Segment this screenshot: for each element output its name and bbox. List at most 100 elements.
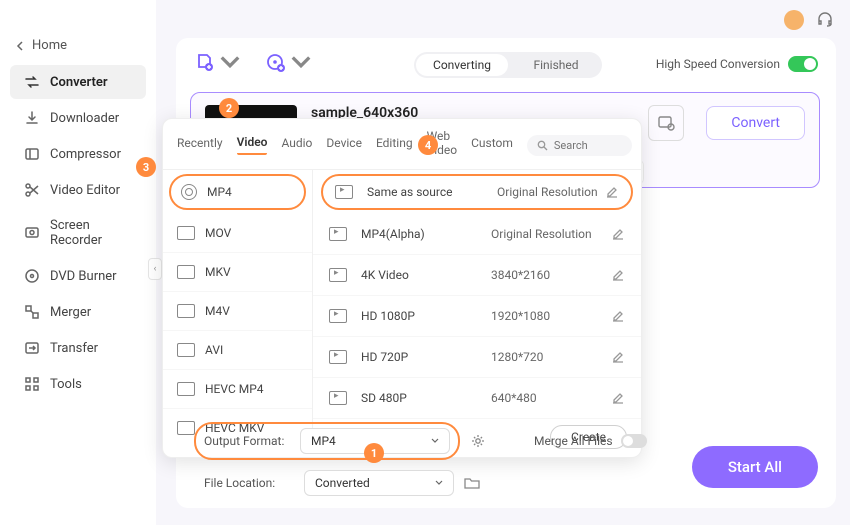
- chevron-left-icon: [16, 41, 26, 51]
- format-item-mov[interactable]: MOV: [163, 214, 312, 253]
- convert-button[interactable]: Convert: [706, 106, 805, 140]
- format-list: MP4 MOV MKV M4V AVI HEVC MP4 HEVC MKV: [163, 170, 313, 438]
- output-preset-button[interactable]: [648, 105, 684, 141]
- file-location-value: Converted: [315, 476, 370, 490]
- preset-icon: [657, 114, 675, 132]
- start-all-button[interactable]: Start All: [692, 446, 818, 488]
- poptab-editing[interactable]: Editing: [376, 136, 413, 154]
- popover-tabs: Recently Video Audio Device Editing Web …: [163, 119, 641, 170]
- format-item-avi[interactable]: AVI: [163, 331, 312, 370]
- format-item-m4v[interactable]: M4V: [163, 292, 312, 331]
- merge-switch[interactable]: [621, 434, 647, 448]
- res-name: Same as source: [367, 185, 497, 199]
- tab-finished[interactable]: Finished: [510, 52, 602, 78]
- video-icon: [329, 309, 347, 323]
- output-format-label: Output Format:: [204, 434, 290, 448]
- format-item-mp4[interactable]: MP4: [169, 174, 306, 210]
- sidebar-item-label: Video Editor: [50, 183, 120, 198]
- sidebar-item-downloader[interactable]: Downloader: [10, 101, 146, 135]
- res-name: SD 480P: [361, 391, 491, 405]
- sidebar-item-merger[interactable]: Merger: [10, 295, 146, 329]
- add-url-button[interactable]: [265, 52, 312, 74]
- step-badge-3: 3: [136, 157, 156, 177]
- format-label: AVI: [205, 343, 223, 357]
- grid-icon: [24, 376, 40, 392]
- format-item-hevc-mp4[interactable]: HEVC MP4: [163, 370, 312, 409]
- format-icon: [177, 343, 195, 357]
- video-icon: [329, 350, 347, 364]
- avatar[interactable]: [784, 10, 804, 30]
- sidebar-item-compressor[interactable]: Compressor: [10, 137, 146, 171]
- sidebar: Home Converter Downloader Compressor Vid…: [0, 0, 156, 525]
- high-speed-switch[interactable]: [788, 56, 818, 72]
- format-label: MKV: [205, 265, 231, 279]
- tab-converting[interactable]: Converting: [416, 54, 508, 76]
- gear-icon[interactable]: [470, 433, 486, 449]
- format-icon: [177, 421, 195, 435]
- home-label: Home: [32, 38, 67, 53]
- resolution-item[interactable]: SD 480P 640*480: [313, 378, 641, 419]
- format-icon: [177, 265, 195, 279]
- resolution-item[interactable]: HD 1080P 1920*1080: [313, 296, 641, 337]
- topbar-right: [784, 10, 834, 30]
- merge-all-toggle: Merge All Files: [534, 434, 647, 448]
- format-icon: [177, 226, 195, 240]
- sidebar-item-label: Merger: [50, 305, 91, 320]
- res-value: Original Resolution: [497, 185, 605, 199]
- format-item-mkv[interactable]: MKV: [163, 253, 312, 292]
- format-label: HEVC MP4: [205, 382, 264, 396]
- chevron-down-icon: [290, 52, 312, 74]
- format-label: MOV: [205, 226, 231, 240]
- poptab-device[interactable]: Device: [326, 136, 362, 154]
- sidebar-item-label: Transfer: [50, 341, 98, 356]
- add-file-icon: [194, 52, 216, 74]
- poptab-custom[interactable]: Custom: [471, 136, 513, 154]
- sidebar-item-dvd-burner[interactable]: DVD Burner: [10, 259, 146, 293]
- video-icon: [335, 185, 353, 199]
- video-icon: [329, 268, 347, 282]
- resolution-list: Same as source Original Resolution MP4(A…: [313, 170, 641, 438]
- support-icon[interactable]: [816, 11, 834, 29]
- scissors-icon: [24, 182, 40, 198]
- sidebar-item-tools[interactable]: Tools: [10, 367, 146, 401]
- video-icon: [329, 227, 347, 241]
- back-home-button[interactable]: Home: [0, 30, 156, 63]
- high-speed-label: High Speed Conversion: [656, 57, 780, 71]
- step-badge-2: 2: [219, 98, 239, 118]
- resolution-item[interactable]: 4K Video 3840*2160: [313, 255, 641, 296]
- resolution-item[interactable]: Same as source Original Resolution: [321, 174, 633, 210]
- res-value: 640*480: [491, 391, 611, 405]
- sidebar-item-label: Downloader: [50, 111, 119, 126]
- sidebar-item-label: Compressor: [50, 147, 121, 162]
- edit-icon[interactable]: [611, 350, 625, 364]
- sidebar-item-screen-recorder[interactable]: Screen Recorder: [10, 209, 146, 257]
- edit-icon[interactable]: [611, 227, 625, 241]
- edit-icon[interactable]: [611, 391, 625, 405]
- sidebar-item-label: Tools: [50, 377, 82, 392]
- search-input[interactable]: [554, 139, 622, 152]
- chevron-down-icon: [219, 52, 241, 74]
- sidebar-item-label: Screen Recorder: [50, 218, 132, 248]
- edit-icon[interactable]: [611, 268, 625, 282]
- file-location-select[interactable]: Converted: [304, 470, 454, 496]
- popover-search[interactable]: [527, 135, 632, 156]
- edit-icon[interactable]: [611, 309, 625, 323]
- sidebar-item-converter[interactable]: Converter: [10, 65, 146, 99]
- resolution-item[interactable]: HD 720P 1280*720: [313, 337, 641, 378]
- poptab-recently[interactable]: Recently: [177, 136, 223, 154]
- res-value: Original Resolution: [491, 227, 611, 241]
- poptab-video[interactable]: Video: [237, 135, 268, 155]
- add-file-button[interactable]: [194, 52, 241, 74]
- poptab-audio[interactable]: Audio: [281, 136, 312, 154]
- sidebar-item-video-editor[interactable]: Video Editor: [10, 173, 146, 207]
- resolution-item[interactable]: MP4(Alpha) Original Resolution: [313, 214, 641, 255]
- edit-icon[interactable]: [605, 185, 619, 199]
- downloader-icon: [24, 110, 40, 126]
- folder-icon[interactable]: [464, 476, 480, 490]
- chevron-down-icon: [435, 479, 443, 487]
- transfer-icon: [24, 340, 40, 356]
- sidebar-item-transfer[interactable]: Transfer: [10, 331, 146, 365]
- sidebar-collapse-handle[interactable]: ‹: [148, 258, 162, 280]
- high-speed-toggle-row: High Speed Conversion: [656, 56, 818, 72]
- output-format-value: MP4: [311, 434, 336, 448]
